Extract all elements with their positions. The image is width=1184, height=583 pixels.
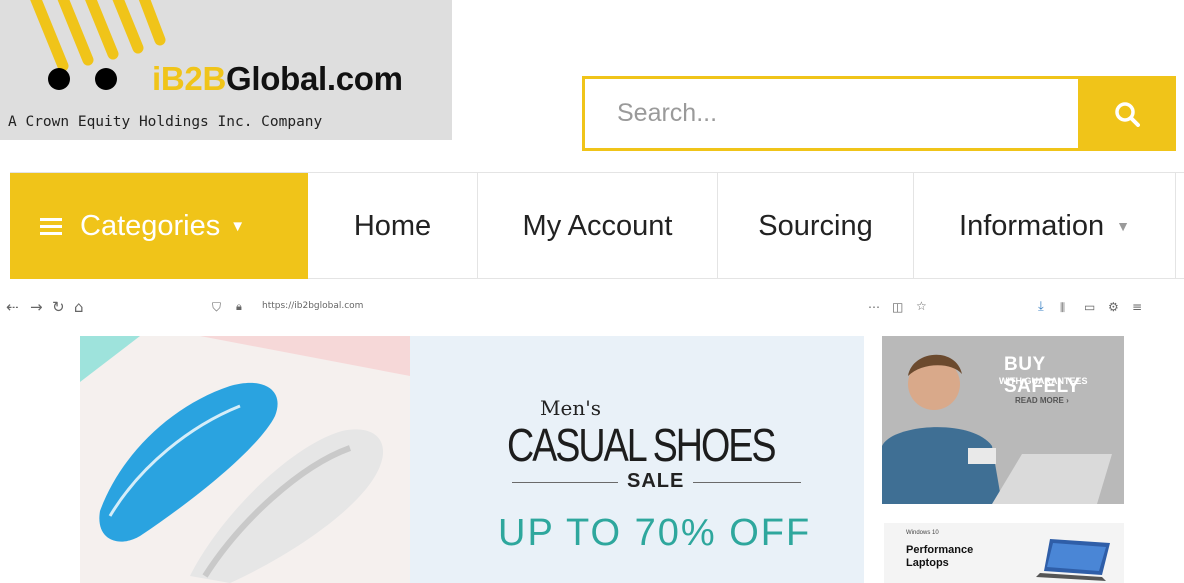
- caret-down-icon: ▼: [1116, 218, 1130, 234]
- banner-image-area: [80, 336, 410, 583]
- search-bar: [582, 76, 1176, 151]
- logo-stripes-icon: [30, 0, 166, 72]
- banner-subtitle: Men's: [540, 396, 601, 420]
- categories-menu-button[interactable]: Categories ▼: [10, 173, 308, 279]
- hamburger-icon: [40, 217, 62, 235]
- nav-item-label: Information: [959, 209, 1105, 242]
- more-icon[interactable]: ⋯: [868, 300, 880, 314]
- url-bar[interactable]: https://ib2bglobal.com: [262, 301, 363, 311]
- divider: [693, 482, 801, 483]
- logo[interactable]: iB2BGlobal.com A Crown Equity Holdings I…: [0, 0, 452, 140]
- logo-dot-icon: [95, 68, 117, 90]
- caret-down-icon: ▼: [230, 217, 246, 235]
- nav-item-label: Sourcing: [758, 209, 873, 242]
- search-input[interactable]: [582, 76, 1078, 151]
- logo-tagline: A Crown Equity Holdings Inc. Company: [8, 114, 323, 130]
- nav-item-my-account[interactable]: My Account: [478, 173, 718, 279]
- menu-icon[interactable]: ≡: [1132, 300, 1142, 314]
- read-more-link[interactable]: READ MORE ›: [1015, 396, 1069, 405]
- logo-brand: iB2BGlobal.com: [152, 60, 403, 97]
- shield-icon: ⛉: [212, 300, 222, 314]
- sidebar-icon[interactable]: ▭: [1084, 300, 1095, 314]
- forward-icon[interactable]: →: [30, 298, 43, 316]
- buy-safely-ad[interactable]: BUY SAFELY WITH GUARANTEES READ MORE ›: [882, 336, 1124, 504]
- laptops-ad[interactable]: Windows 10 Performance Laptops: [884, 523, 1124, 583]
- star-icon[interactable]: ☆: [916, 299, 927, 313]
- browser-toolbar: ⇠ → ↻ ⌂ ⛉ 🔒︎ https://ib2bglobal.com ⋯ ◫ …: [0, 292, 1184, 326]
- banner-discount: UP TO 70% OFF: [498, 512, 812, 554]
- divider: [512, 482, 618, 483]
- search-button[interactable]: [1078, 76, 1176, 151]
- nav-item-home[interactable]: Home: [308, 173, 478, 279]
- download-icon[interactable]: ⤓: [1038, 299, 1044, 314]
- lock-icon: 🔒︎: [236, 300, 242, 313]
- main-nav: Categories ▼ Home My Account Sourcing In…: [10, 172, 1184, 279]
- nav-item-information[interactable]: Information ▼: [914, 173, 1176, 279]
- extension-icon[interactable]: ⚙: [1108, 300, 1119, 314]
- logo-dot-icon: [48, 68, 70, 90]
- ad-title: Performance Laptops: [906, 544, 974, 569]
- windows-logo: Windows 10: [906, 530, 939, 536]
- back-icon[interactable]: ⇠: [6, 298, 19, 316]
- shoes-image: [80, 336, 410, 583]
- banner-sale-label: SALE: [627, 470, 685, 492]
- reload-icon[interactable]: ↻: [52, 298, 65, 316]
- pocket-icon[interactable]: ◫: [892, 300, 903, 314]
- laptop-image: [1036, 539, 1110, 581]
- banner-title: CASUAL SHOES: [507, 419, 777, 471]
- nav-item-label: My Account: [522, 209, 673, 242]
- nav-item-label: Home: [353, 209, 432, 242]
- ad-subtitle: WITH GUARANTEES: [999, 376, 1088, 386]
- library-icon[interactable]: ⫼: [1060, 301, 1065, 315]
- search-icon: [1115, 101, 1140, 127]
- categories-label: Categories: [80, 209, 221, 242]
- nav-item-sourcing[interactable]: Sourcing: [718, 173, 914, 279]
- home-icon[interactable]: ⌂: [74, 298, 84, 316]
